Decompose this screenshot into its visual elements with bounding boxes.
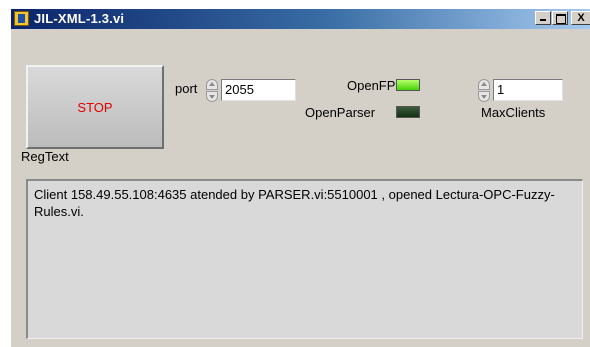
increment-arrow-icon[interactable]	[206, 79, 218, 90]
close-button[interactable]: X	[571, 11, 590, 25]
labview-window: JIL-XML-1.3.vi X STOP port 2055 OpenFP O…	[10, 8, 590, 347]
port-spinner[interactable]	[206, 79, 218, 103]
regtext-display[interactable]: Client 158.49.55.108:4635 atended by PAR…	[26, 179, 583, 339]
decrement-arrow-icon[interactable]	[478, 91, 490, 102]
minimize-button[interactable]	[535, 11, 551, 25]
openparser-label: OpenParser	[305, 105, 376, 120]
maxclients-input[interactable]: 1	[493, 79, 563, 101]
port-input[interactable]: 2055	[221, 79, 296, 101]
window-title: JIL-XML-1.3.vi	[34, 11, 125, 26]
openparser-led	[396, 106, 420, 118]
maxclients-label: MaxClients	[481, 105, 546, 120]
regtext-label: RegText	[21, 149, 69, 164]
stop-button[interactable]: STOP	[26, 65, 164, 149]
increment-arrow-icon[interactable]	[478, 79, 490, 90]
port-label: port	[175, 81, 198, 96]
title-bar[interactable]: JIL-XML-1.3.vi X	[11, 9, 590, 29]
openfp-label: OpenFP	[347, 78, 396, 93]
maximize-button[interactable]	[552, 11, 568, 25]
labview-vi-icon	[14, 11, 29, 26]
decrement-arrow-icon[interactable]	[206, 91, 218, 102]
maxclients-spinner[interactable]	[478, 79, 490, 103]
openfp-led	[396, 79, 420, 91]
